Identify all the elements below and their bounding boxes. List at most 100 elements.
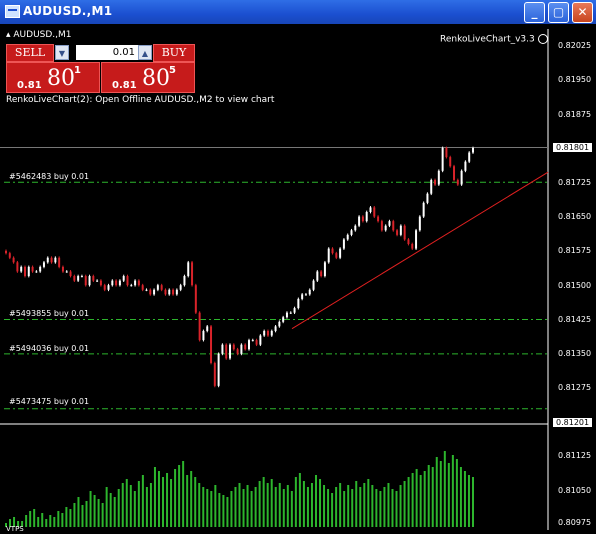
panel-separator-price: 0.81201 bbox=[553, 418, 593, 427]
candle bbox=[411, 244, 414, 249]
volume-bar bbox=[467, 475, 470, 527]
volume-bar bbox=[407, 477, 410, 527]
volume-bar bbox=[218, 493, 221, 527]
volume-bar bbox=[314, 475, 317, 527]
volume-bar bbox=[198, 483, 201, 527]
price-tick: 0.81575 bbox=[558, 246, 592, 255]
candle bbox=[210, 326, 213, 363]
volume-bar bbox=[238, 483, 241, 527]
candle bbox=[80, 276, 83, 278]
volume-bar bbox=[178, 465, 181, 527]
volume-bar bbox=[129, 485, 132, 527]
volume-bar bbox=[282, 489, 285, 527]
candle bbox=[118, 280, 121, 286]
lot-down-arrow-icon[interactable]: ▼ bbox=[55, 45, 69, 60]
volume-bar bbox=[97, 499, 100, 527]
candle bbox=[61, 266, 64, 272]
volume-bar bbox=[290, 491, 293, 527]
candle bbox=[31, 266, 34, 272]
candle bbox=[39, 266, 42, 272]
volume-bar bbox=[439, 461, 442, 527]
volume-bar bbox=[149, 483, 152, 527]
volume-bar bbox=[246, 485, 249, 527]
volume-bar bbox=[298, 473, 301, 527]
volume-bar bbox=[375, 489, 378, 527]
candle bbox=[236, 349, 239, 354]
candle bbox=[346, 234, 349, 240]
candle bbox=[191, 262, 194, 286]
candle bbox=[441, 147, 444, 171]
candle bbox=[58, 257, 61, 267]
candle bbox=[399, 225, 402, 235]
volume-bar bbox=[403, 481, 406, 527]
buy-price-box[interactable]: 0.81 80 5 bbox=[101, 62, 195, 93]
volume-bar bbox=[472, 477, 474, 527]
price-tick: 0.81875 bbox=[558, 110, 592, 119]
order-label: #5494036 buy 0.01 bbox=[9, 344, 90, 353]
candle bbox=[293, 308, 296, 313]
candle bbox=[217, 353, 220, 386]
candle bbox=[12, 257, 15, 263]
candle bbox=[274, 326, 277, 331]
volume-bar bbox=[170, 479, 173, 527]
candle bbox=[164, 289, 167, 295]
volume-bar bbox=[323, 485, 326, 527]
sell-price-box[interactable]: 0.81 80 1 bbox=[6, 62, 100, 93]
candle bbox=[415, 230, 418, 249]
candle bbox=[468, 152, 471, 162]
candle bbox=[449, 157, 452, 167]
candle bbox=[179, 285, 182, 290]
candle bbox=[187, 262, 190, 277]
buy-button[interactable]: BUY bbox=[153, 44, 195, 62]
candle bbox=[339, 248, 342, 258]
candle bbox=[430, 179, 433, 194]
volume-bar bbox=[294, 477, 297, 527]
volume-bar bbox=[33, 509, 36, 527]
volume-bar bbox=[371, 485, 374, 527]
candle bbox=[282, 317, 285, 322]
smiley-icon bbox=[537, 34, 548, 44]
lot-size-input[interactable]: 0.01 bbox=[76, 45, 138, 60]
volume-bar bbox=[166, 473, 169, 527]
volume-bar bbox=[162, 477, 165, 527]
candle bbox=[259, 335, 262, 345]
order-label: #5462483 buy 0.01 bbox=[9, 172, 90, 181]
volume-bar bbox=[455, 459, 458, 527]
candle bbox=[225, 344, 228, 359]
volume-bar bbox=[331, 493, 334, 527]
candle bbox=[354, 225, 357, 231]
candle bbox=[141, 285, 144, 290]
volume-bar bbox=[145, 487, 148, 527]
trade-panel: SELL ▼ 0.01 ▲ BUY 0.81 80 1 0.81 80 5 bbox=[6, 44, 195, 93]
volume-bar bbox=[77, 497, 80, 527]
volume-tick: 0.81125 bbox=[558, 451, 592, 460]
sell-button[interactable]: SELL bbox=[6, 44, 54, 62]
candle bbox=[96, 280, 99, 282]
candle bbox=[35, 271, 38, 273]
volume-bar bbox=[383, 487, 386, 527]
chart-window: AUDUSD.,M1 _ ▢ ✕ ▴ AUDUSD.,M1 RenkoLiveC… bbox=[0, 0, 596, 534]
volume-bar bbox=[419, 475, 422, 527]
candle bbox=[168, 289, 171, 295]
candle bbox=[342, 239, 345, 249]
volume-bar bbox=[411, 473, 414, 527]
candle bbox=[418, 216, 421, 231]
candle bbox=[130, 285, 133, 287]
volume-bar bbox=[41, 513, 44, 527]
candle bbox=[350, 230, 353, 235]
candle bbox=[156, 285, 159, 290]
candle bbox=[422, 202, 425, 217]
volume-bar bbox=[61, 513, 64, 527]
price-tick: 0.81500 bbox=[558, 281, 592, 290]
candle bbox=[8, 253, 11, 258]
lot-up-arrow-icon[interactable]: ▲ bbox=[138, 45, 152, 60]
volume-bar bbox=[210, 491, 213, 527]
volume-bar bbox=[117, 489, 120, 527]
volume-bar bbox=[202, 487, 205, 527]
candle bbox=[46, 257, 49, 263]
volume-bar bbox=[153, 467, 156, 527]
candle bbox=[377, 216, 380, 222]
price-tick: 0.81425 bbox=[558, 315, 592, 324]
volume-bar bbox=[254, 487, 257, 527]
volume-bar bbox=[113, 497, 116, 527]
